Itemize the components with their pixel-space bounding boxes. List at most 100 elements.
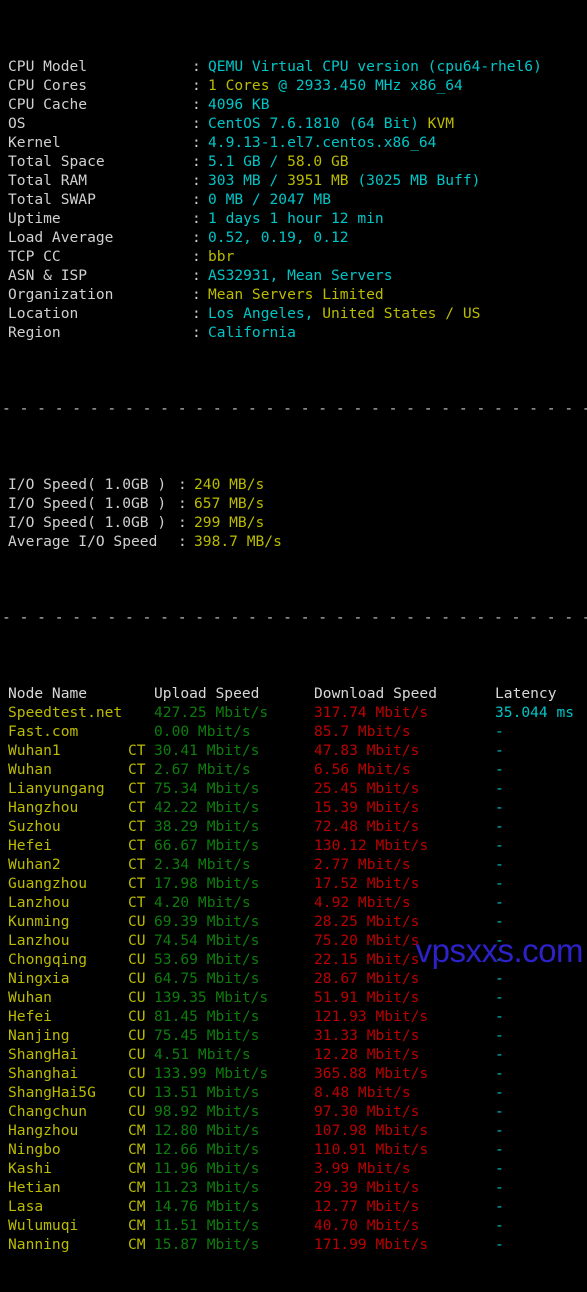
latency-cell: - — [495, 1122, 504, 1139]
download-speed-cell: 3.99 Mbit/s — [314, 1160, 411, 1177]
info-value: 0.52, 0.19, 0.12 — [208, 229, 349, 246]
latency-cell: - — [495, 1065, 504, 1082]
terminal-output: CPU Model: QEMU Virtual CPU version (cpu6… — [0, 0, 587, 1292]
upload-speed-cell: 11.96 Mbit/s — [154, 1160, 260, 1177]
table-row: Hefei CU 81.45 Mbit/s 121.93 Mbit/s - — [0, 1007, 587, 1026]
isp-code-cell: CU — [128, 1046, 146, 1063]
io-speed-row: Average I/O Speed:398.7 MB/s — [0, 532, 587, 551]
table-row: Kunming CU 69.39 Mbit/s 28.25 Mbit/s - — [0, 912, 587, 931]
info-colon: : — [192, 77, 201, 94]
download-speed-cell: 171.99 Mbit/s — [314, 1236, 429, 1253]
column-header-node-name: Node Name — [8, 685, 88, 702]
isp-code-cell: CT — [128, 875, 146, 892]
upload-speed-cell: 4.20 Mbit/s — [154, 894, 251, 911]
info-value: Mean Servers Limited — [208, 286, 384, 303]
info-label: Organization — [8, 286, 114, 303]
upload-speed-cell: 15.87 Mbit/s — [154, 1236, 260, 1253]
table-row: Speedtest.net 427.25 Mbit/s 317.74 Mbit/s 3… — [0, 703, 587, 722]
isp-code-cell: CM — [128, 1236, 146, 1253]
download-speed-cell: 47.83 Mbit/s — [314, 742, 420, 759]
node-name-cell: Ningbo — [8, 1141, 61, 1158]
latency-cell: - — [495, 1236, 504, 1253]
latency-cell: - — [495, 1179, 504, 1196]
io-speed-value: 398.7 MB/s — [194, 533, 282, 550]
table-row: Wuhan CT 2.67 Mbit/s 6.56 Mbit/s - — [0, 760, 587, 779]
latency-cell: - — [495, 951, 504, 968]
upload-speed-cell: 0.00 Mbit/s — [154, 723, 251, 740]
info-row: Organization: Mean Servers Limited — [0, 285, 587, 304]
isp-code-cell: CT — [128, 799, 146, 816]
speedtest-header-row: Node Name Upload Speed Download Speed Laten… — [0, 684, 587, 703]
latency-cell: - — [495, 989, 504, 1006]
upload-speed-cell: 30.41 Mbit/s — [154, 742, 260, 759]
info-value: 303 MB / 3951 MB (3025 MB Buff) — [208, 172, 481, 189]
upload-speed-cell: 4.51 Mbit/s — [154, 1046, 251, 1063]
upload-speed-cell: 53.69 Mbit/s — [154, 951, 260, 968]
upload-speed-cell: 69.39 Mbit/s — [154, 913, 260, 930]
download-speed-cell: 121.93 Mbit/s — [314, 1008, 429, 1025]
upload-speed-cell: 74.54 Mbit/s — [154, 932, 260, 949]
isp-code-cell: CU — [128, 1084, 146, 1101]
isp-code-cell: CU — [128, 913, 146, 930]
isp-code-cell: CM — [128, 1122, 146, 1139]
isp-code-cell: CT — [128, 837, 146, 854]
isp-code-cell: CT — [128, 780, 146, 797]
upload-speed-cell: 427.25 Mbit/s — [154, 704, 269, 721]
latency-cell: - — [495, 913, 504, 930]
io-speed-colon: : — [178, 514, 187, 531]
info-value: 4.9.13-1.el7.centos.x86_64 — [208, 134, 437, 151]
info-colon: : — [192, 96, 201, 113]
io-speed-label: Average I/O Speed — [8, 533, 158, 550]
info-value: 1 Cores @ 2933.450 MHz x86_64 — [208, 77, 463, 94]
table-row: Nanning CM 15.87 Mbit/s 171.99 Mbit/s - — [0, 1235, 587, 1254]
node-name-cell: Chongqing — [8, 951, 88, 968]
table-row: Lanzhou CT 4.20 Mbit/s 4.92 Mbit/s - — [0, 893, 587, 912]
upload-speed-cell: 17.98 Mbit/s — [154, 875, 260, 892]
download-speed-cell: 29.39 Mbit/s — [314, 1179, 420, 1196]
download-speed-cell: 15.39 Mbit/s — [314, 799, 420, 816]
info-label: CPU Cache — [8, 96, 88, 113]
download-speed-cell: 12.28 Mbit/s — [314, 1046, 420, 1063]
latency-cell: 35.044 ms — [495, 704, 575, 721]
info-row: Load Average:0.52, 0.19, 0.12 — [0, 228, 587, 247]
info-row: Uptime:1 days 1 hour 12 min — [0, 209, 587, 228]
info-value: CentOS 7.6.1810 (64 Bit) KVM — [208, 115, 455, 132]
info-colon: : — [192, 58, 201, 75]
node-name-cell: Wuhan2 — [8, 856, 61, 873]
info-value: QEMU Virtual CPU version (cpu64-rhel6) — [208, 58, 542, 75]
info-label: Location — [8, 305, 79, 322]
node-name-cell: Lanzhou — [8, 894, 70, 911]
io-speed-row: I/O Speed( 1.0GB ):657 MB/s — [0, 494, 587, 513]
isp-code-cell: CU — [128, 989, 146, 1006]
info-label: Total Space — [8, 153, 105, 170]
download-speed-cell: 25.45 Mbit/s — [314, 780, 420, 797]
info-label: Total SWAP — [8, 191, 96, 208]
latency-cell: - — [495, 761, 504, 778]
info-row: Total Space:5.1 GB / 58.0 GB — [0, 152, 587, 171]
isp-code-cell: CU — [128, 1103, 146, 1120]
column-header-download-speed: Download Speed — [314, 685, 438, 702]
separator-line-1: - - - - - - - - - - - - - - - - - - - - … — [2, 400, 587, 417]
io-speed-label: I/O Speed( 1.0GB ) — [8, 476, 167, 493]
node-name-cell: Hefei — [8, 837, 52, 854]
table-row: Lianyungang CT 75.34 Mbit/s 25.45 Mbit/s - — [0, 779, 587, 798]
table-row: Ningbo CM 12.66 Mbit/s 110.91 Mbit/s - — [0, 1140, 587, 1159]
isp-code-cell: CT — [128, 818, 146, 835]
upload-speed-cell: 14.76 Mbit/s — [154, 1198, 260, 1215]
table-row: ShangHai5G CU 13.51 Mbit/s 8.48 Mbit/s - — [0, 1083, 587, 1102]
info-value: AS32931, Mean Servers — [208, 267, 393, 284]
info-label: Uptime — [8, 210, 61, 227]
node-name-cell: Suzhou — [8, 818, 61, 835]
speedtest-section: Node Name Upload Speed Download Speed Laten… — [0, 684, 587, 1254]
table-row: Kashi CM 11.96 Mbit/s 3.99 Mbit/s - — [0, 1159, 587, 1178]
upload-speed-cell: 98.92 Mbit/s — [154, 1103, 260, 1120]
table-row: Nanjing CU 75.45 Mbit/s 31.33 Mbit/s - — [0, 1026, 587, 1045]
upload-speed-cell: 75.45 Mbit/s — [154, 1027, 260, 1044]
upload-speed-cell: 2.67 Mbit/s — [154, 761, 251, 778]
isp-code-cell: CT — [128, 742, 146, 759]
table-row: Hangzhou CM 12.80 Mbit/s 107.98 Mbit/s - — [0, 1121, 587, 1140]
table-row: Chongqing CU 53.69 Mbit/s 22.15 Mbit/s - — [0, 950, 587, 969]
io-speed-value: 240 MB/s — [194, 476, 265, 493]
download-speed-cell: 2.77 Mbit/s — [314, 856, 411, 873]
latency-cell: - — [495, 932, 504, 949]
